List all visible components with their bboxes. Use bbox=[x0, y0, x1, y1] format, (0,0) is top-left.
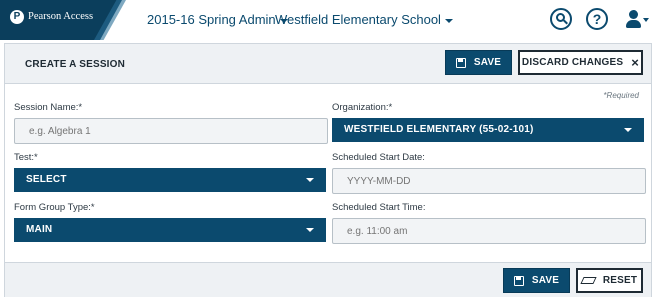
create-session-panel: CREATE A SESSION SAVE DISCARD CHANGES × *… bbox=[4, 43, 652, 297]
session-name-label: Session Name:* bbox=[14, 102, 83, 113]
help-icon[interactable]: ? bbox=[586, 8, 608, 30]
organization-label: Organization:* bbox=[332, 102, 393, 113]
search-icon[interactable] bbox=[550, 8, 572, 30]
test-select-value: SELECT bbox=[26, 174, 67, 185]
save-button-top[interactable]: SAVE bbox=[445, 50, 512, 75]
user-icon[interactable] bbox=[625, 10, 641, 30]
test-select[interactable]: SELECT bbox=[14, 168, 326, 192]
save-icon bbox=[455, 57, 466, 68]
test-label: Test:* bbox=[14, 152, 38, 163]
start-date-label: Scheduled Start Date: bbox=[332, 152, 425, 163]
save-button-bottom[interactable]: SAVE bbox=[503, 268, 570, 293]
save-button-label: SAVE bbox=[473, 57, 502, 68]
chevron-down-icon bbox=[306, 178, 314, 182]
user-menu-caret-icon[interactable] bbox=[643, 18, 649, 22]
admin-dropdown[interactable]: 2015-16 Spring Admin bbox=[147, 12, 288, 27]
form-group-select-value: MAIN bbox=[26, 224, 53, 235]
organization-select-value: WESTFIELD ELEMENTARY (55-02-101) bbox=[344, 124, 534, 135]
session-name-input[interactable] bbox=[14, 118, 328, 144]
start-date-input[interactable] bbox=[332, 168, 646, 194]
reset-button[interactable]: RESET bbox=[576, 268, 643, 293]
eraser-icon bbox=[580, 277, 597, 284]
page-title: CREATE A SESSION bbox=[25, 59, 126, 70]
admin-dropdown-label: 2015-16 Spring Admin bbox=[147, 12, 276, 27]
search-handle bbox=[563, 19, 568, 25]
top-nav: P Pearson Access 2015-16 Spring Admin We… bbox=[0, 0, 656, 40]
user-head bbox=[629, 10, 638, 19]
required-note: *Required bbox=[603, 91, 639, 100]
discard-button-label: DISCARD CHANGES bbox=[521, 57, 624, 68]
panel-header: CREATE A SESSION SAVE DISCARD CHANGES × bbox=[5, 44, 651, 84]
reset-button-label: RESET bbox=[602, 275, 638, 286]
user-body bbox=[626, 20, 641, 28]
school-dropdown-label: Westfield Elementary School bbox=[275, 12, 441, 27]
chevron-down-icon bbox=[306, 228, 314, 232]
discard-changes-button[interactable]: DISCARD CHANGES × bbox=[518, 50, 643, 75]
form-group-select[interactable]: MAIN bbox=[14, 218, 326, 242]
school-dropdown[interactable]: Westfield Elementary School bbox=[275, 12, 453, 27]
chevron-down-icon bbox=[444, 18, 453, 23]
brand-name[interactable]: Pearson Access bbox=[28, 11, 93, 22]
close-icon: × bbox=[631, 54, 640, 70]
save-icon bbox=[513, 275, 524, 286]
chevron-down-icon bbox=[624, 128, 632, 132]
pearson-logo-icon[interactable]: P bbox=[10, 10, 24, 24]
panel-footer: SAVE RESET bbox=[5, 262, 651, 297]
start-time-input[interactable] bbox=[332, 218, 646, 244]
save-button-label: SAVE bbox=[531, 275, 560, 286]
organization-select[interactable]: WESTFIELD ELEMENTARY (55-02-101) bbox=[332, 118, 644, 142]
start-time-label: Scheduled Start Time: bbox=[332, 202, 426, 213]
form-group-label: Form Group Type:* bbox=[14, 202, 95, 213]
